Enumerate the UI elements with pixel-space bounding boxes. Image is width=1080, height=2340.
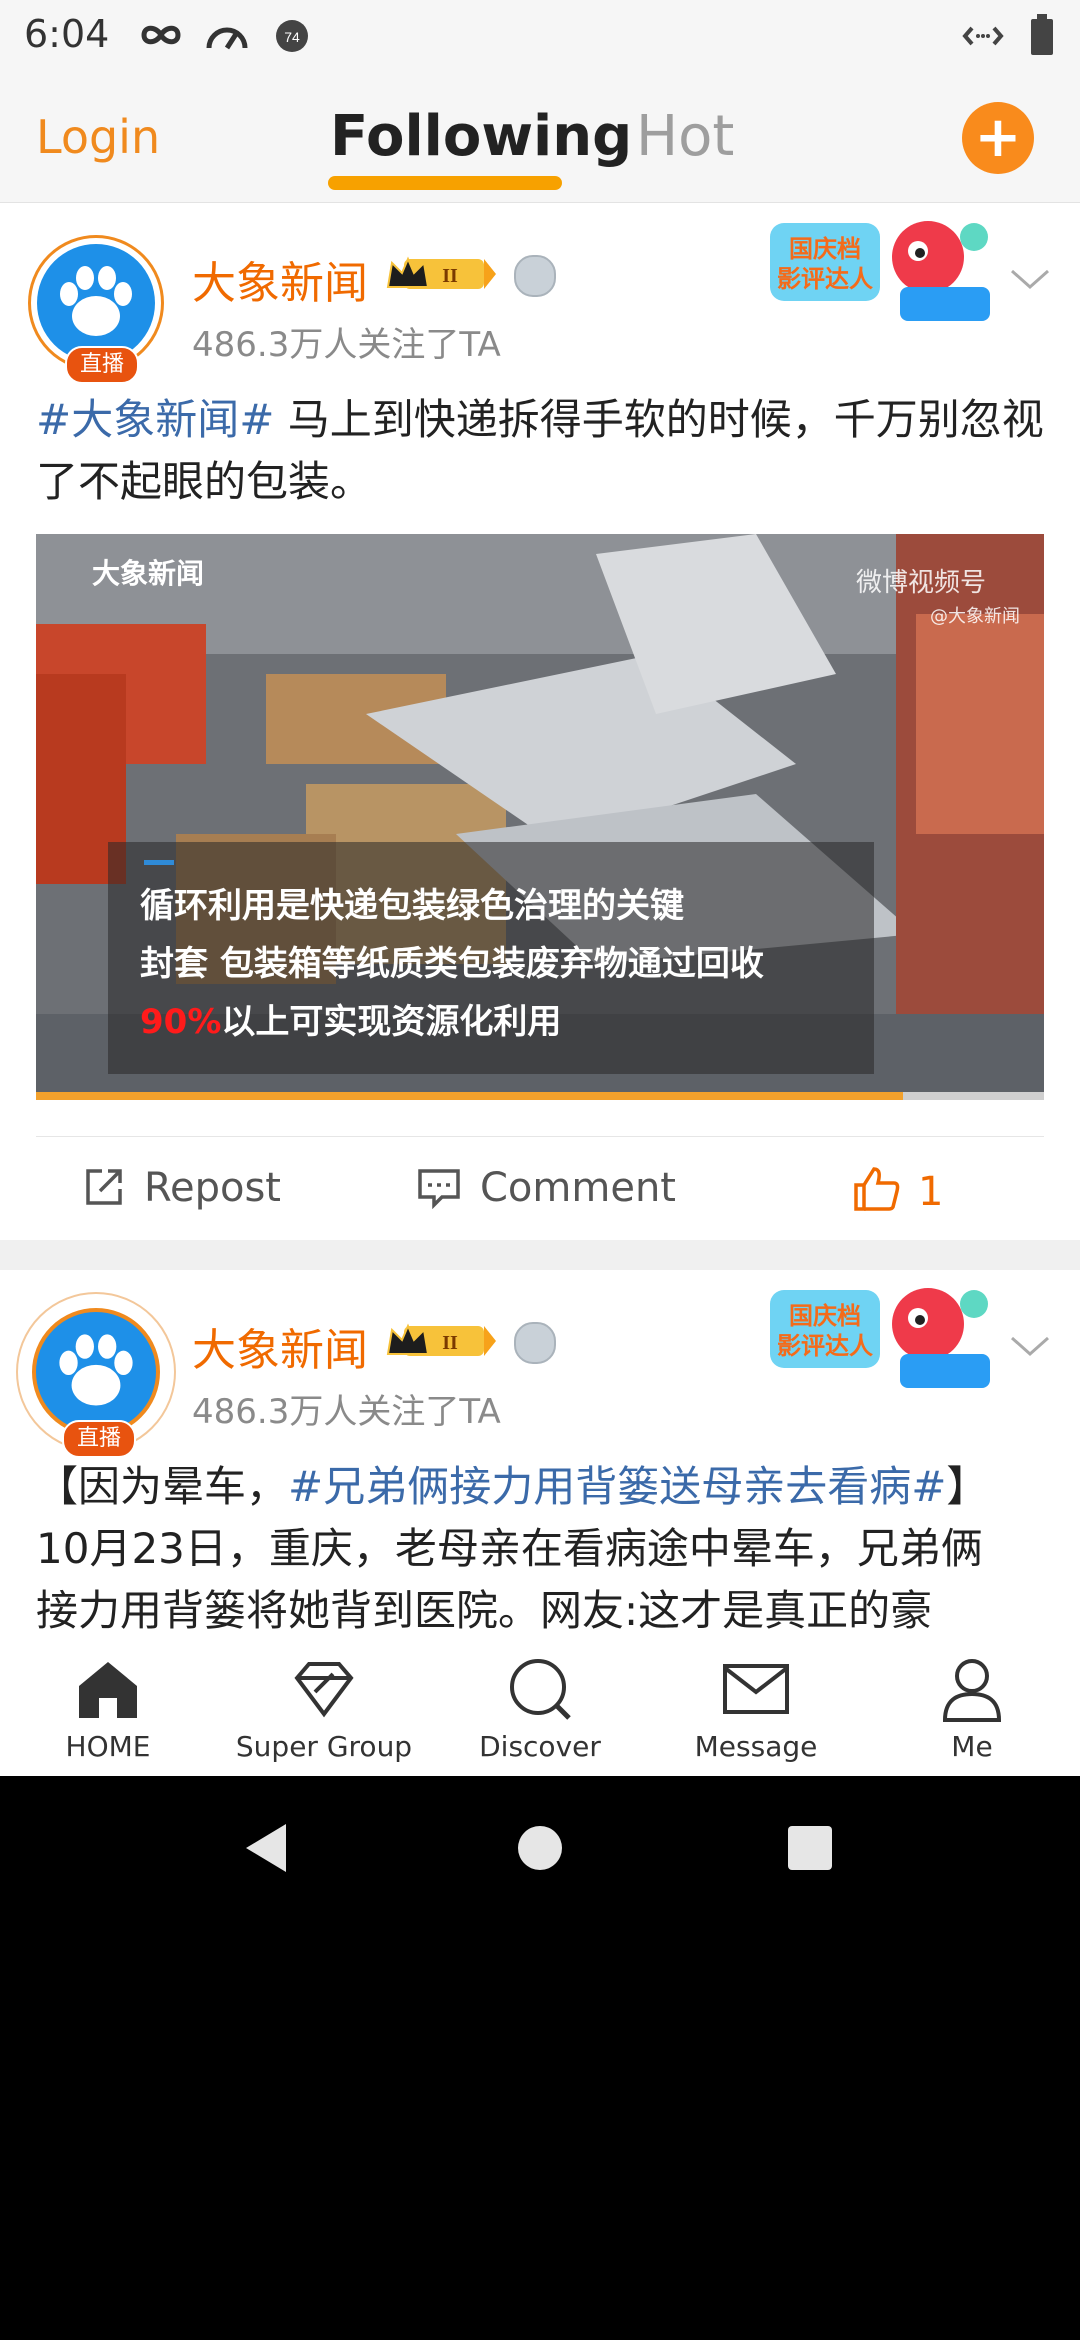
bottom-nav: HOME Super Group Discover Message Me — [0, 1640, 1080, 1776]
avatar[interactable]: 直播 — [28, 235, 164, 384]
hashtag-link[interactable]: #兄弟俩接力用背篓送母亲去看病# — [288, 1462, 946, 1511]
tab-following[interactable]: Following — [330, 104, 632, 169]
promo-sticker[interactable]: 国庆档 影评达人 — [760, 207, 1000, 327]
comment-icon — [418, 1169, 460, 1210]
status-bar: 6:04 74 — [0, 0, 1080, 72]
nav-super-group[interactable]: Super Group — [224, 1640, 424, 1763]
paw-logo — [32, 1308, 160, 1436]
post-body-prefix: 【因为晕车， — [36, 1462, 289, 1511]
search-icon — [510, 1659, 571, 1720]
paw-logo — [37, 244, 155, 362]
caption-line-1: 循环利用是快递包装绿色治理的关键 — [140, 886, 684, 926]
repost-icon — [86, 1169, 122, 1205]
video-player[interactable]: 大象新闻 微博视频号 @大象新闻 循环利用是快递包装绿色治理的关键 封套 包装箱… — [36, 534, 1044, 1098]
divider — [36, 1136, 1044, 1137]
repost-button[interactable]: Repost — [82, 1165, 281, 1211]
svg-text:国庆档: 国庆档 — [789, 1302, 861, 1330]
medal-icon — [514, 1322, 556, 1364]
post-text: #大象新闻# 马上到快递拆得手软的时候，千万别忽视了不起眼的包装。 — [36, 389, 1046, 513]
video-watermark: 微博视频号 — [856, 568, 987, 598]
vip-crown-badge: II — [386, 1323, 496, 1356]
app-screen: 6:04 74 Login Following Hot + 直播 大象新闻 II… — [0, 0, 1080, 1776]
top-nav: Login Following Hot + — [0, 72, 1080, 203]
caption-accent — [144, 860, 174, 865]
video-progress-bar[interactable] — [36, 1092, 1044, 1100]
nav-message-label: Message — [694, 1730, 818, 1763]
system-nav-bar — [0, 1776, 1080, 1916]
live-badge: 直播 — [62, 1420, 136, 1458]
chevron-down-icon[interactable] — [1008, 1334, 1052, 1360]
svg-text:影评达人: 影评达人 — [777, 265, 873, 293]
notification-74-icon: 74 — [276, 20, 308, 52]
caption-line-3: 90%以上可实现资源化利用 — [140, 994, 561, 1043]
add-button[interactable]: + — [962, 102, 1034, 174]
nav-super-group-label: Super Group — [235, 1730, 413, 1763]
chevron-down-icon[interactable] — [1008, 267, 1052, 293]
feed-post: 直播 大象新闻 II 486.3万人关注了TA 国庆档 影评达人 #大象新闻# … — [0, 203, 1080, 1240]
video-progress-fill — [36, 1092, 903, 1100]
svg-text:74: 74 — [284, 29, 300, 45]
nav-home-label: HOME — [65, 1730, 151, 1763]
recents-square-icon[interactable] — [786, 1824, 834, 1872]
mail-icon — [723, 1664, 789, 1714]
diamond-icon — [294, 1662, 354, 1718]
battery-icon — [1031, 14, 1053, 55]
infinity-icon — [141, 25, 181, 45]
video-logo-text: 大象新闻 — [92, 557, 205, 590]
caption-line-2: 封套 包装箱等纸质类包装废弃物通过回收 — [140, 944, 764, 984]
thumbs-up-icon — [854, 1167, 900, 1211]
post-username[interactable]: 大象新闻 — [192, 1314, 368, 1378]
promo-sticker[interactable]: 国庆档 影评达人 — [760, 1274, 1000, 1394]
post-text: 【因为晕车，#兄弟俩接力用背篓送母亲去看病#】 10月23日，重庆，老母亲在看病… — [36, 1456, 1046, 1642]
repost-label: Repost — [144, 1165, 281, 1211]
vip-crown-badge: II — [386, 256, 496, 289]
medal-icon — [514, 255, 556, 297]
hashtag-link[interactable]: #大象新闻# — [36, 395, 274, 444]
status-time: 6:04 — [24, 12, 110, 56]
nav-message[interactable]: Message — [656, 1640, 856, 1763]
follower-count: 486.3万人关注了TA — [192, 1392, 501, 1432]
svg-text:II: II — [442, 265, 458, 287]
video-watermark-sub: @大象新闻 — [930, 606, 1020, 627]
post-separator — [0, 1240, 1080, 1270]
nav-me[interactable]: Me — [872, 1640, 1072, 1763]
nav-discover[interactable]: Discover — [440, 1640, 640, 1763]
login-link[interactable]: Login — [36, 110, 160, 164]
feed-post: 直播 大象新闻 II 486.3万人关注了TA 国庆档 影评达人 【因为晕车，#… — [0, 1270, 1080, 1640]
post-body-suffix: 】 — [946, 1462, 989, 1511]
caption-line-3-rest: 以上可实现资源化利用 — [221, 1002, 562, 1042]
svg-text:国庆档: 国庆档 — [789, 235, 861, 263]
back-icon[interactable] — [242, 1822, 290, 1874]
avatar[interactable]: 直播 — [16, 1292, 176, 1458]
live-badge: 直播 — [65, 346, 139, 384]
like-count: 1 — [918, 1169, 944, 1215]
post-body-line-2: 10月23日，重庆，老母亲在看病途中晕车，兄弟俩 — [36, 1524, 983, 1573]
svg-text:II: II — [442, 1332, 458, 1354]
data-arrows-icon — [962, 26, 1004, 46]
nav-discover-label: Discover — [479, 1730, 601, 1763]
active-tab-indicator — [328, 176, 562, 190]
caption-highlight: 90% — [140, 1002, 222, 1042]
post-body-line-3: 接力用背篓将她背到医院。网友:这才是真正的豪 — [36, 1586, 933, 1635]
nav-me-label: Me — [951, 1730, 993, 1763]
comment-button[interactable]: Comment — [416, 1165, 676, 1211]
home-circle-icon[interactable] — [516, 1824, 564, 1872]
comment-label: Comment — [480, 1165, 676, 1211]
svg-text:影评达人: 影评达人 — [777, 1332, 873, 1360]
person-icon — [942, 1659, 1002, 1722]
nav-home[interactable]: HOME — [8, 1640, 208, 1763]
follower-count: 486.3万人关注了TA — [192, 325, 501, 365]
tab-hot[interactable]: Hot — [636, 104, 734, 169]
speedometer-icon — [206, 27, 248, 50]
post-username[interactable]: 大象新闻 — [192, 247, 368, 311]
home-icon — [79, 1662, 137, 1718]
like-button[interactable]: 1 — [852, 1165, 943, 1215]
